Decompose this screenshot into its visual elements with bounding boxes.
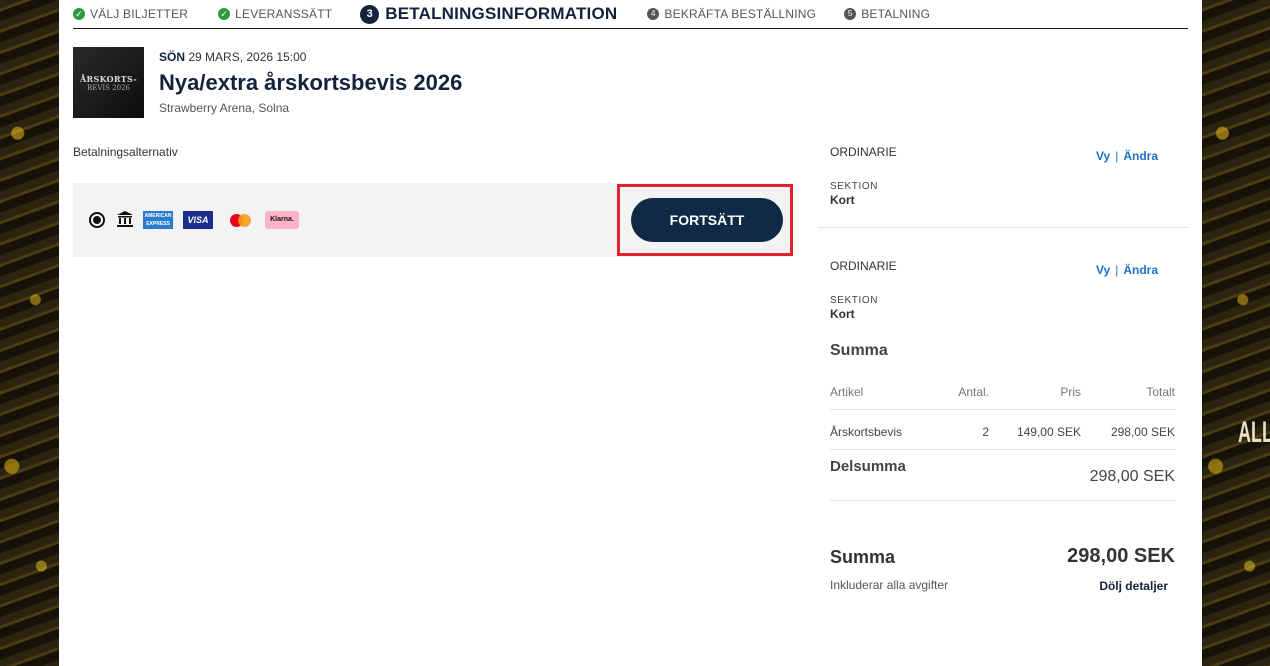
background-left xyxy=(0,0,59,666)
step-label: BEKRÄFTA BESTÄLLNING xyxy=(664,7,817,21)
checkout-steps: ✓ VÄLJ BILJETTER ✓ LEVERANSSÄTT 3 BETALN… xyxy=(73,0,1188,29)
step-confirm-order: 4 BEKRÄFTA BESTÄLLNING xyxy=(647,7,816,21)
section-value: Kort xyxy=(830,307,855,321)
continue-button[interactable]: FORTSÄTT xyxy=(631,198,783,242)
payment-options-label: Betalningsalternativ xyxy=(73,145,178,159)
link-separator: | xyxy=(1115,263,1119,277)
thumbnail-text: BEVIS 2026 xyxy=(87,83,130,92)
background-right: ALL xyxy=(1202,0,1270,666)
background-banner-text: ALL xyxy=(1238,416,1270,449)
step-select-tickets[interactable]: ✓ VÄLJ BILJETTER xyxy=(73,7,188,21)
subtotal-value: 298,00 SEK xyxy=(1089,468,1175,485)
ticket-type: ORDINARIE xyxy=(830,145,897,159)
event-thumbnail: ÅRSKORTS- BEVIS 2026 xyxy=(73,47,144,118)
ticket-summary-1: ORDINARIE Vy | Ändra SEKTION Kort xyxy=(830,145,1177,215)
step-label: BETALNING xyxy=(861,7,931,21)
step-label: VÄLJ BILJETTER xyxy=(90,7,189,21)
row-total: 298,00 SEK xyxy=(1110,425,1175,439)
link-separator: | xyxy=(1115,149,1119,163)
check-icon: ✓ xyxy=(73,8,85,20)
total-value: 298,00 SEK xyxy=(1067,545,1175,567)
fees-note: Inkluderar alla avgifter xyxy=(830,578,949,592)
thumbnail-text: ÅRSKORTS- xyxy=(80,73,137,84)
section-value: Kort xyxy=(830,193,855,207)
total-label: Summa xyxy=(830,547,896,567)
ticket-type: ORDINARIE xyxy=(830,259,897,273)
summary-title: Summa xyxy=(830,342,888,359)
step-delivery[interactable]: ✓ LEVERANSSÄTT xyxy=(218,7,332,21)
step-payment-info: 3 BETALNINGSINFORMATION xyxy=(360,4,617,24)
section-label: SEKTION xyxy=(830,181,879,192)
step-number: 4 xyxy=(647,8,660,20)
step-payment: 5 BETALNING xyxy=(844,7,930,21)
header-total: Totalt xyxy=(1146,385,1175,399)
row-article: Årskortsbevis xyxy=(830,425,903,439)
change-link[interactable]: Ändra xyxy=(1123,263,1158,277)
klarna-icon: Klarna. xyxy=(265,211,299,229)
ticket-links: Vy | Ändra xyxy=(1096,263,1158,277)
check-icon: ✓ xyxy=(218,8,231,20)
visa-icon: VISA xyxy=(183,211,213,229)
row-qty: 2 xyxy=(982,425,989,439)
divider xyxy=(830,449,1175,450)
header-article: Artikel xyxy=(830,385,864,399)
view-link[interactable]: Vy xyxy=(1096,149,1110,163)
ticket-links: Vy | Ändra xyxy=(1096,149,1158,163)
amex-icon: AMERICAN EXPRESS xyxy=(143,211,173,229)
divider xyxy=(818,227,1188,228)
checkout-panel: ✓ VÄLJ BILJETTER ✓ LEVERANSSÄTT 3 BETALN… xyxy=(59,0,1202,666)
change-link[interactable]: Ändra xyxy=(1123,149,1158,163)
ticket-summary-2: ORDINARIE Vy | Ändra SEKTION Kort xyxy=(830,259,1177,329)
event-datetime: 29 MARS, 2026 15:00 xyxy=(188,50,307,64)
step-label: BETALNINGSINFORMATION xyxy=(385,4,618,23)
row-price: 149,00 SEK xyxy=(1016,425,1081,439)
event-day: SÖN xyxy=(159,50,186,64)
step-number: 5 xyxy=(844,8,857,20)
divider xyxy=(830,409,1175,410)
event-venue: Strawberry Arena, Solna xyxy=(159,101,290,115)
view-link[interactable]: Vy xyxy=(1096,263,1110,277)
step-number: 3 xyxy=(360,4,380,24)
payment-radio[interactable] xyxy=(89,212,105,228)
step-label: LEVERANSSÄTT xyxy=(235,7,333,21)
hide-details-link[interactable]: Dölj detaljer xyxy=(959,579,1168,593)
event-date: SÖN 29 MARS, 2026 15:00 xyxy=(159,50,306,64)
subtotal-label: Delsumma xyxy=(830,458,906,475)
header-price: Pris xyxy=(1060,385,1081,399)
event-title: Nya/extra årskortsbevis 2026 xyxy=(159,70,463,95)
section-label: SEKTION xyxy=(830,295,879,306)
divider xyxy=(830,500,1175,501)
header-qty: Antal. xyxy=(958,385,989,399)
mastercard-icon xyxy=(230,214,252,227)
bank-icon xyxy=(117,211,133,227)
